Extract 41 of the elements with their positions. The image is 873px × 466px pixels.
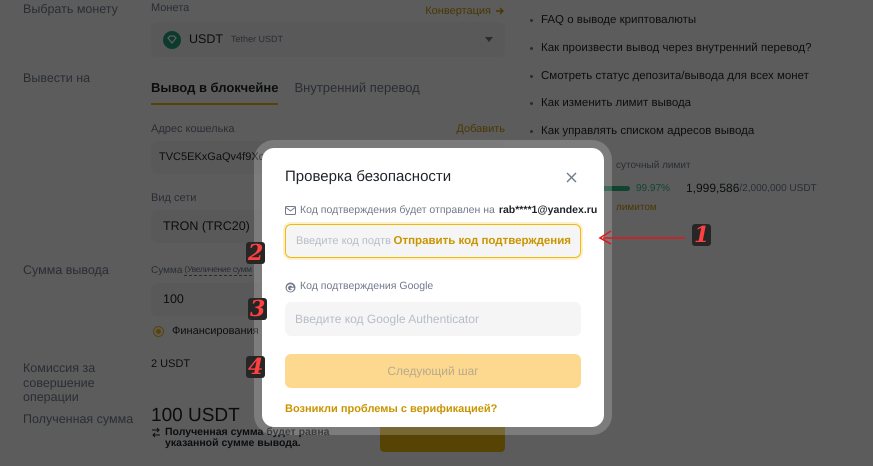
mail-icon <box>285 206 296 215</box>
email-address: rab****1@yandex.ru <box>498 202 598 218</box>
received-amount: 100 USDT <box>151 406 240 427</box>
coin-icon <box>163 30 181 48</box>
caret-icon <box>485 37 493 42</box>
google-code-input[interactable]: Введите код Google Authenticator <box>285 302 581 336</box>
annotation-number: 4 <box>246 356 266 378</box>
coin-symbol: USDT <box>189 31 224 48</box>
bullet-icon <box>530 74 533 78</box>
tab[interactable]: Вывод в блокчейне <box>151 77 278 104</box>
annotation-number: 2 <box>246 242 266 264</box>
received-note: Полученная сумма будет равна указанной сумме вывода. <box>165 426 331 450</box>
convert-link[interactable]: Конвертация <box>425 0 505 22</box>
google-icon <box>285 282 296 293</box>
faq-link[interactable]: FAQ о выводе криптовалюты <box>541 12 696 30</box>
close-button[interactable] <box>566 172 577 183</box>
send-code-link[interactable]: Отправить код подтверждения <box>394 233 571 250</box>
swap-icon <box>151 426 161 438</box>
limit-percent: 99.97% <box>636 182 671 196</box>
bullet-icon <box>530 130 533 134</box>
add-link[interactable]: Добавить <box>456 120 505 140</box>
help-link[interactable]: Возникли проблемы с верификацией? <box>285 401 581 418</box>
field-label: Код подтверждения Google <box>300 279 434 294</box>
bullet-icon <box>530 19 533 22</box>
annotation-number: 3 <box>248 298 268 320</box>
faq-link[interactable]: Смотреть статус депозита/вывода для всех монет <box>541 68 809 85</box>
arrow-icon <box>495 6 505 16</box>
faq-link[interactable]: Как изменить лимит вывода <box>541 95 692 112</box>
close-icon <box>566 172 577 183</box>
bullet-icon <box>530 102 533 106</box>
limit-link[interactable]: лимитом <box>616 200 657 216</box>
limit-used: 1,999,586 <box>686 180 740 198</box>
bullet-icon <box>530 46 533 50</box>
email-note: Код подтверждения будет отправлен на <box>300 202 495 218</box>
annotation-number: 1 <box>692 224 712 246</box>
faq-link[interactable]: Как управлять списком адресов вывода <box>541 123 754 140</box>
radio-label: Финансирования <box>172 324 259 340</box>
faq-link[interactable]: Как произвести вывод через внутренний перевод? <box>541 40 812 57</box>
radio-button[interactable] <box>153 326 164 337</box>
dialog-title: Проверка безопасности <box>285 167 452 187</box>
fee-value: 2 USDT <box>151 356 190 372</box>
